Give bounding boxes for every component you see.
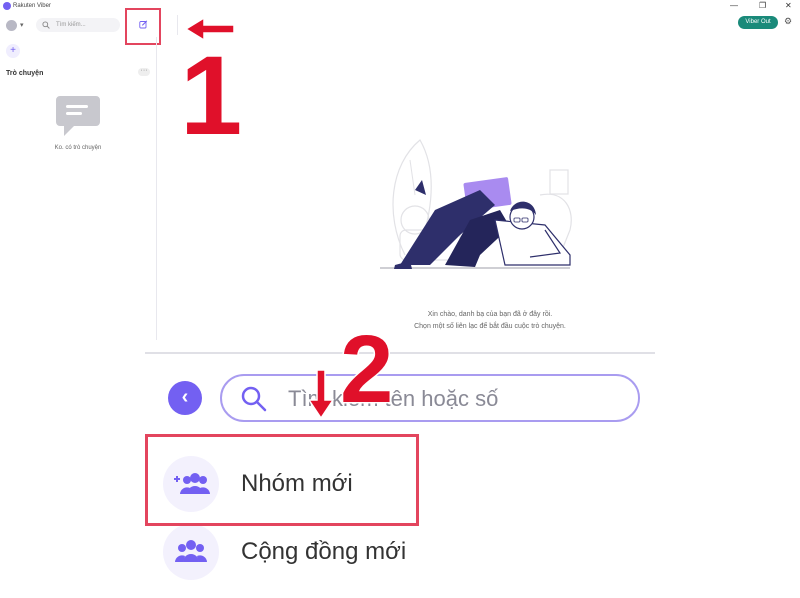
title-bar: Rakuten Viber — ❐ ✕ xyxy=(0,0,800,13)
gear-icon[interactable]: ⚙ xyxy=(784,16,792,27)
window-title: Rakuten Viber xyxy=(13,3,51,9)
new-community-label: Cộng đồng mới xyxy=(241,538,407,565)
contact-search-input[interactable]: Tìm kiếm tên hoặc số xyxy=(220,374,640,422)
more-options-button[interactable]: ··· xyxy=(138,67,150,76)
viber-logo-icon xyxy=(3,2,11,10)
empty-chats-text: Ko. có trò chuyện xyxy=(54,145,102,151)
profile-menu-button[interactable]: ▾ xyxy=(6,18,28,32)
new-community-item[interactable]: Cộng đồng mới xyxy=(163,524,463,584)
welcome-message: Xin chào, danh bạ của bạn đã ở đây rồi. … xyxy=(360,309,620,333)
minimize-button[interactable]: — xyxy=(730,1,738,11)
add-button[interactable]: + xyxy=(6,44,20,58)
close-button[interactable]: ✕ xyxy=(785,1,792,11)
step-1-number: 1 xyxy=(178,33,243,158)
search-icon xyxy=(42,21,50,29)
arrow-down-icon xyxy=(307,369,335,420)
chevron-down-icon: ▾ xyxy=(20,22,24,29)
chats-heading: Trò chuyện xyxy=(6,70,44,77)
maximize-button[interactable]: ❐ xyxy=(759,1,766,11)
welcome-line-2: Chọn một số liên lạc để bắt đầu cuộc trò… xyxy=(414,323,566,330)
empty-chat-icon xyxy=(56,96,100,136)
section-divider xyxy=(145,352,655,354)
welcome-line-1: Xin chào, danh bạ của bạn đã ở đây rồi. xyxy=(427,311,553,318)
back-button[interactable]: ‹ xyxy=(168,381,202,415)
avatar xyxy=(6,20,17,31)
search-icon xyxy=(241,386,267,412)
search-input[interactable]: Tìm kiếm... xyxy=(36,18,120,32)
highlight-box-step-2 xyxy=(145,434,419,526)
welcome-illustration xyxy=(380,139,572,269)
viber-out-button[interactable]: Viber Out xyxy=(738,16,778,29)
step-2-number: 2 xyxy=(338,316,394,423)
new-community-icon-bubble xyxy=(163,524,219,580)
search-placeholder: Tìm kiếm... xyxy=(56,22,86,28)
divider xyxy=(177,15,178,35)
community-icon xyxy=(175,540,207,562)
sidebar-divider xyxy=(156,37,157,340)
